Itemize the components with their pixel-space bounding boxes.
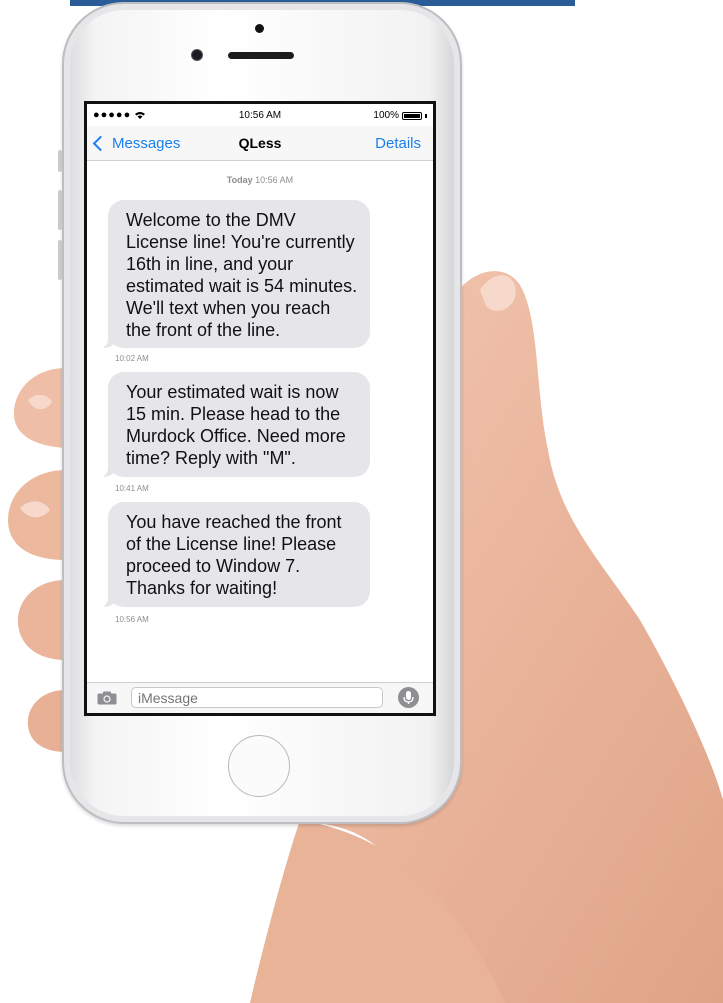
message-bubble[interactable]: Your estimated wait is now 15 min. Pleas… [96,372,370,478]
message-timestamp: 10:02 AM [115,354,149,363]
front-camera [191,49,203,61]
battery-status: 100% [373,110,427,121]
battery-percent: 100% [373,110,399,121]
proximity-sensor [255,24,264,33]
thread-date-time: 10:56 AM [255,175,294,185]
status-bar: ●●●●● 10:56 AM 100% [87,104,433,126]
message-timestamp: 10:56 AM [115,615,149,624]
details-button[interactable]: Details [375,135,421,152]
message-bubble[interactable]: Welcome to the DMV License line! You're … [96,200,370,349]
microphone-icon[interactable] [398,687,419,708]
earpiece-speaker [228,52,294,59]
mic-glyph [403,691,414,704]
volume-button [58,190,62,230]
volume-button [58,240,62,280]
phone-screen: ●●●●● 10:56 AM 100% Messages QLess Detai… [84,101,436,716]
home-button[interactable] [228,735,290,797]
camera-icon[interactable] [97,691,117,705]
message-timestamp: 10:41 AM [115,484,149,493]
battery-icon [402,111,422,120]
volume-button [58,150,62,172]
thread-date-day: Today [226,175,253,185]
message-bubble[interactable]: You have reached the front of the Licens… [96,502,370,608]
message-input-bar [87,682,433,713]
battery-tip [425,113,427,118]
navigation-bar: Messages QLess Details [87,126,433,161]
thread-date: Today 10:56 AM [87,175,433,185]
imessage-input[interactable] [131,687,383,708]
